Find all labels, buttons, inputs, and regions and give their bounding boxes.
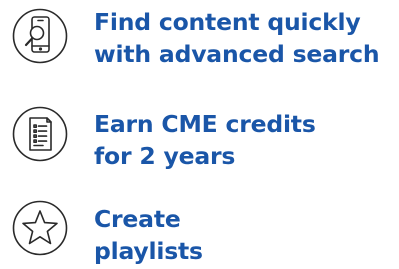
feature-item-cme: Earn CME credits for 2 years [0,96,399,172]
feature-line: playlists [94,237,203,265]
feature-line: for 2 years [94,142,236,170]
mobile-search-icon [12,8,68,64]
feature-line: with advanced search [94,40,380,68]
feature-text-playlists: Create playlists [94,203,394,267]
feature-text-cme: Earn CME credits for 2 years [94,108,394,172]
feature-item-playlists: Create playlists [0,190,399,266]
feature-text-search: Find content quickly with advanced searc… [94,6,394,70]
feature-line: Create [94,205,181,233]
feature-item-search: Find content quickly with advanced searc… [0,4,399,80]
star-icon [12,200,68,256]
feature-line: Find content quickly [94,8,361,36]
document-list-icon [12,106,68,162]
feature-line: Earn CME credits [94,110,316,138]
